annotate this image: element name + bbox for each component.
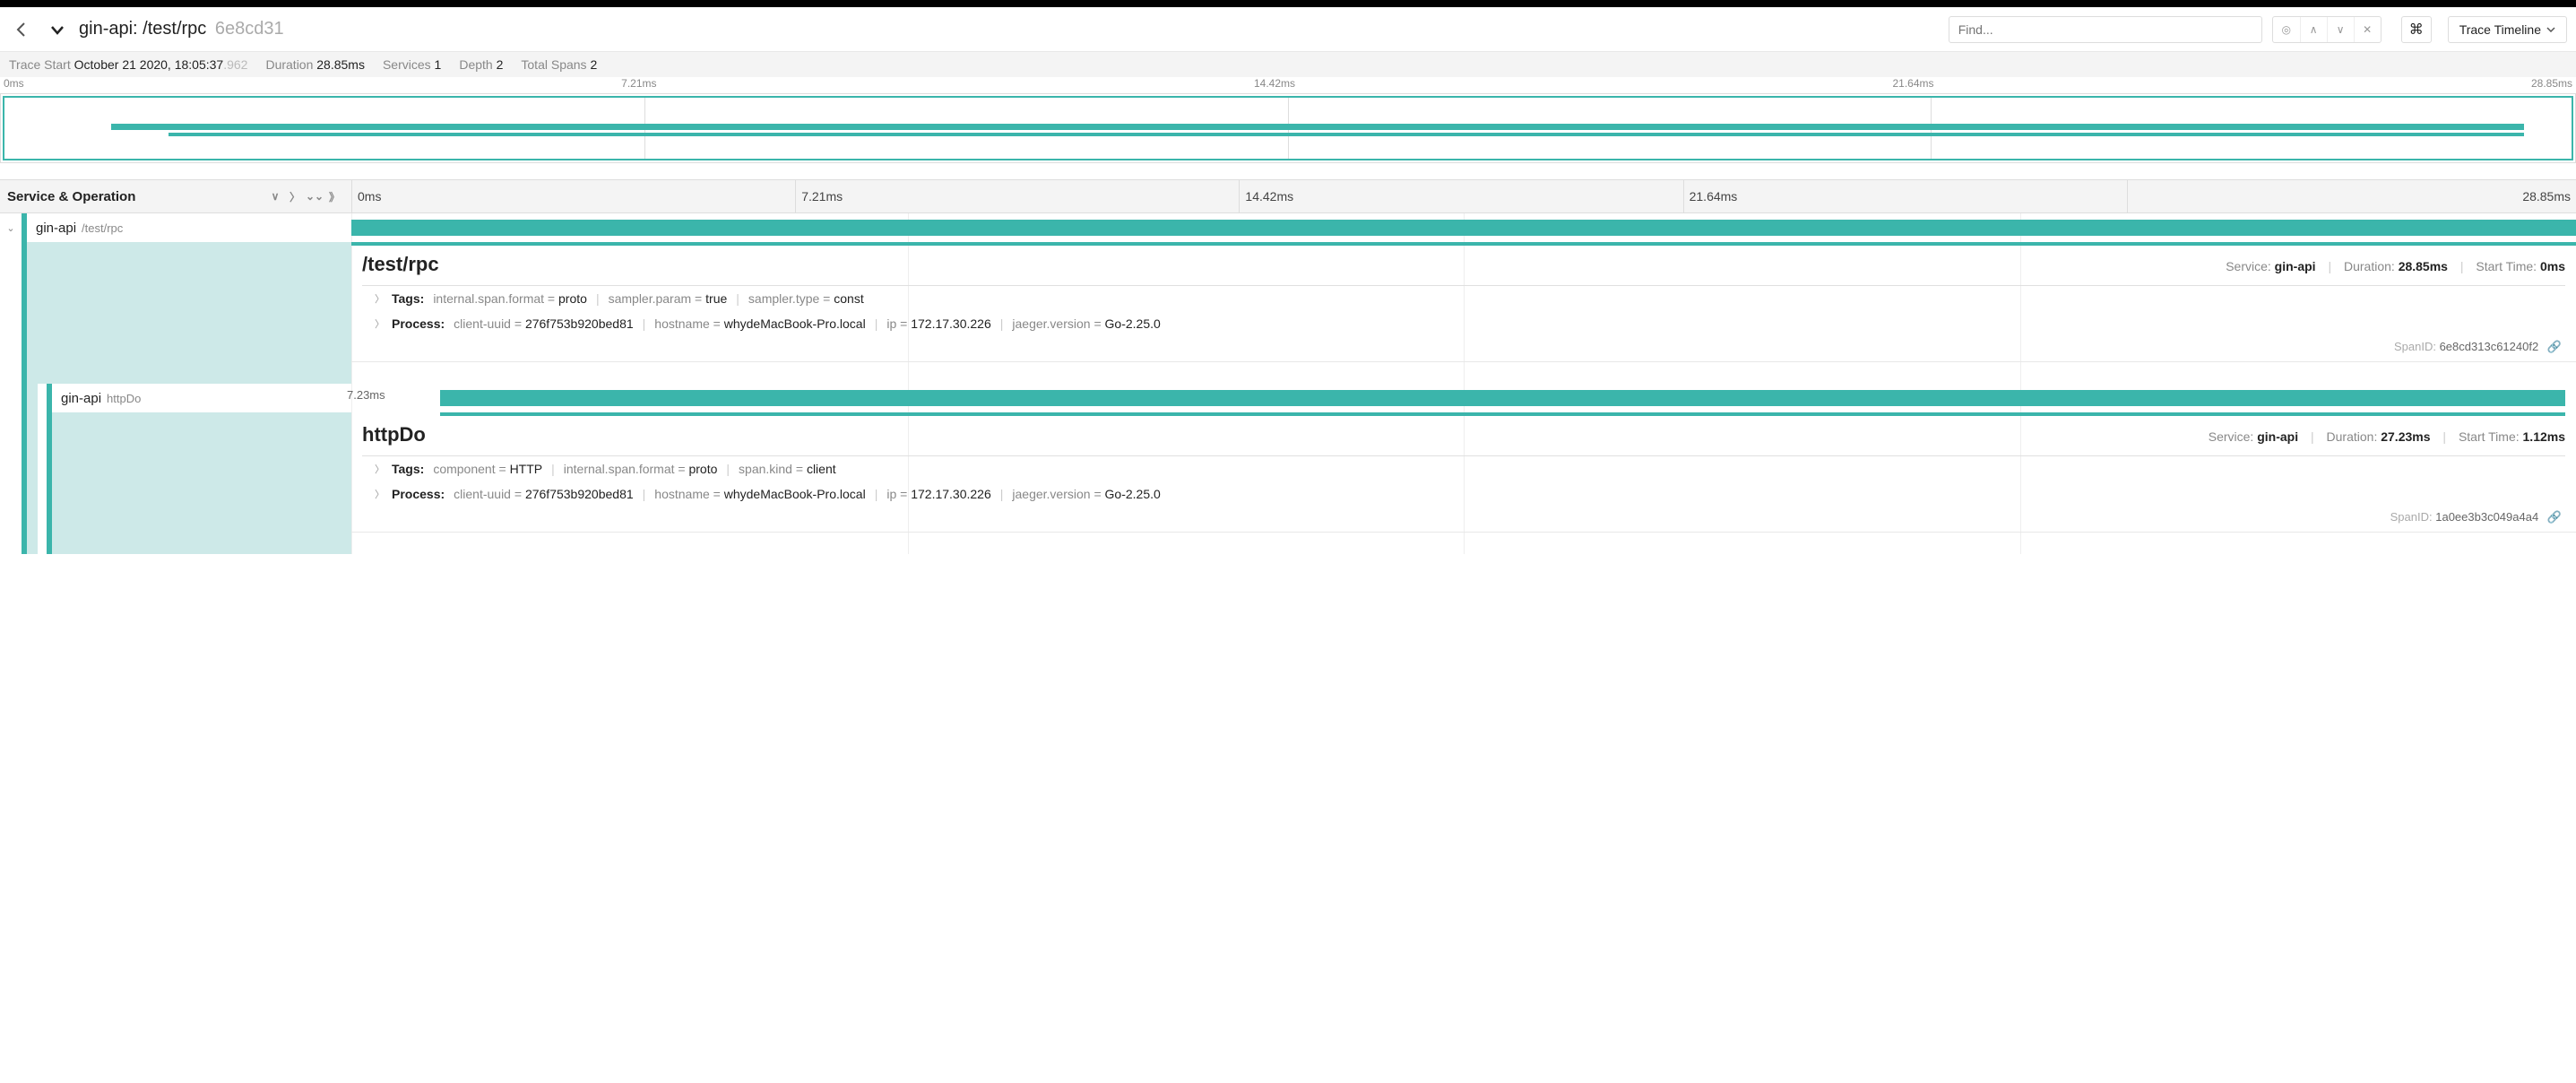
trace-title: gin-api: /test/rpc 6e8cd31 bbox=[79, 19, 284, 39]
keyboard-shortcut-button[interactable]: ⌘ bbox=[2401, 16, 2432, 43]
collapse-toggle[interactable] bbox=[47, 19, 68, 40]
timeline-ticks: 0ms 7.21ms 14.42ms 21.64ms 28.85ms bbox=[351, 179, 2576, 213]
span-bar[interactable] bbox=[351, 220, 2576, 236]
span-row[interactable]: ⌄ gin-api /test/rpc bbox=[0, 213, 351, 242]
chevron-right-icon[interactable]: 〉 bbox=[375, 316, 385, 331]
span-operation-name: /test/rpc bbox=[76, 221, 123, 235]
timeline: Service & Operation ∨ 〉 ⌄⌄ 》 0ms 7.21ms … bbox=[0, 179, 2576, 213]
expand-one-icon[interactable]: ∨ bbox=[265, 190, 285, 203]
trace-timeline-dropdown[interactable]: Trace Timeline bbox=[2448, 16, 2567, 43]
chevron-right-icon[interactable]: 〉 bbox=[375, 291, 385, 306]
span-process-row[interactable]: 〉 Process: client-uuid = 276f753b920bed8… bbox=[362, 481, 2565, 507]
trace-timeline-label: Trace Timeline bbox=[2459, 22, 2541, 37]
span-row[interactable]: gin-api httpDo bbox=[0, 384, 351, 412]
trace-title-hash: 6e8cd31 bbox=[215, 19, 284, 39]
trace-stats: Trace Start October 21 2020, 18:05:37.96… bbox=[0, 52, 2576, 77]
span-operation-name: httpDo bbox=[101, 392, 141, 405]
span-detail-meta: Service: gin-api | Duration: 28.85ms | S… bbox=[2226, 259, 2565, 273]
indent-guide bbox=[22, 412, 38, 554]
find-close-icon[interactable]: ✕ bbox=[2354, 17, 2381, 42]
link-icon[interactable]: 🔗 bbox=[2547, 510, 2562, 524]
span-id-row: SpanID: 1a0ee3b3c049a4a4 🔗 bbox=[362, 507, 2565, 524]
span-detail-gutter bbox=[47, 412, 351, 554]
span-detail-meta: Service: gin-api | Duration: 27.23ms | S… bbox=[2209, 429, 2565, 444]
find-prev-icon[interactable]: ∧ bbox=[2300, 17, 2327, 42]
minimap-span-bar bbox=[169, 133, 2524, 136]
span-bar-thin bbox=[440, 412, 2564, 416]
span-process-row[interactable]: 〉 Process: client-uuid = 276f753b920bed8… bbox=[362, 311, 2565, 336]
minimap-ticks: 0ms 7.21ms 14.42ms 21.64ms 28.85ms bbox=[0, 77, 2576, 93]
find-locate-icon[interactable]: ◎ bbox=[2273, 17, 2300, 42]
stat-total-spans: Total Spans 2 bbox=[521, 57, 597, 72]
find-next-icon[interactable]: ∨ bbox=[2327, 17, 2354, 42]
find-input[interactable] bbox=[1949, 16, 2262, 43]
trace-header: gin-api: /test/rpc 6e8cd31 ◎ ∧ ∨ ✕ ⌘ Tra… bbox=[0, 7, 2576, 52]
minimap[interactable] bbox=[0, 93, 2576, 163]
span-detail-title: httpDo bbox=[362, 423, 2209, 446]
span-tags-row[interactable]: 〉 Tags: component = HTTP | internal.span… bbox=[362, 456, 2565, 481]
span-bar-thin bbox=[351, 242, 2576, 246]
indent-guide bbox=[22, 384, 38, 412]
trace-title-service: gin-api: bbox=[79, 19, 138, 39]
collapse-one-icon[interactable]: 〉 bbox=[285, 189, 305, 204]
span-service-name: gin-api bbox=[27, 221, 76, 236]
minimap-span-bar bbox=[111, 124, 2523, 130]
span-detail-gutter bbox=[22, 242, 351, 384]
trace-title-operation: /test/rpc bbox=[143, 19, 206, 39]
service-operation-header: Service & Operation ∨ 〉 ⌄⌄ 》 bbox=[0, 179, 351, 213]
collapse-all-icon[interactable]: 》 bbox=[324, 189, 344, 204]
span-detail-panel: httpDo Service: gin-api | Duration: 27.2… bbox=[351, 412, 2576, 533]
expand-all-icon[interactable]: ⌄⌄ bbox=[305, 190, 324, 203]
span-tags-row[interactable]: 〉 Tags: internal.span.format = proto | s… bbox=[362, 286, 2565, 311]
window-top-bar bbox=[0, 0, 2576, 7]
chevron-down-icon bbox=[2546, 27, 2555, 32]
stat-depth: Depth 2 bbox=[459, 57, 503, 72]
chevron-right-icon[interactable]: 〉 bbox=[375, 487, 385, 501]
chevron-down-icon[interactable]: ⌄ bbox=[0, 222, 22, 234]
span-bar[interactable] bbox=[440, 390, 2564, 406]
stat-trace-start: Trace Start October 21 2020, 18:05:37.96… bbox=[9, 57, 247, 72]
span-detail-title: /test/rpc bbox=[362, 253, 2226, 276]
back-button[interactable] bbox=[9, 16, 36, 43]
stat-services: Services 1 bbox=[383, 57, 441, 72]
span-service-name: gin-api bbox=[52, 391, 101, 406]
span-id-row: SpanID: 6e8cd313c61240f2 🔗 bbox=[362, 336, 2565, 354]
stat-duration: Duration 28.85ms bbox=[265, 57, 365, 72]
span-detail-panel: /test/rpc Service: gin-api | Duration: 2… bbox=[351, 242, 2576, 362]
find-controls: ◎ ∧ ∨ ✕ bbox=[2272, 16, 2382, 43]
link-icon[interactable]: 🔗 bbox=[2547, 340, 2562, 354]
span-duration-label: 7.23ms bbox=[347, 388, 385, 402]
chevron-right-icon[interactable]: 〉 bbox=[375, 462, 385, 476]
